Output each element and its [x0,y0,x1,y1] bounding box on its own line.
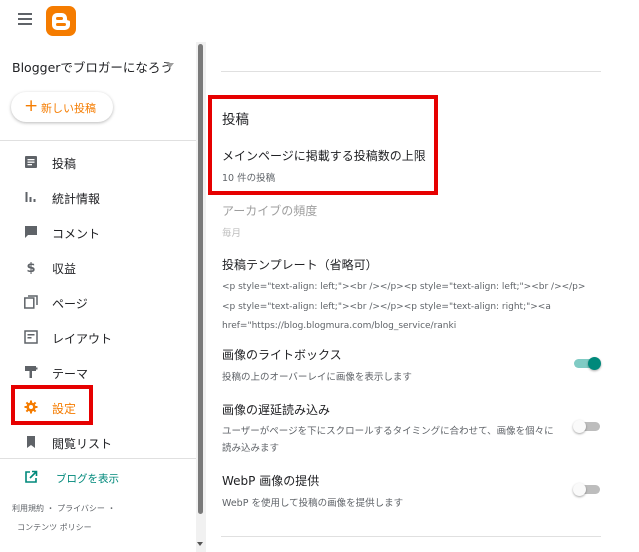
sidebar-divider [0,458,196,459]
sidebar-item-earnings[interactable]: $ 収益 [0,250,196,284]
stats-icon [25,192,36,202]
bookmark-icon [27,436,35,448]
sidebar-divider [0,140,196,141]
sidebar-item-stats[interactable]: 統計情報 [0,180,196,214]
sidebar-scrollbar-thumb[interactable] [198,44,203,514]
sidebar-item-theme[interactable]: テーマ [0,355,196,389]
post-template-value: <p style="text-align: left;"><br /></p><… [222,282,586,331]
new-post-button[interactable]: + 新しい投稿 [11,92,113,122]
archive-frequency-value: 毎月 [222,228,242,239]
blog-selector[interactable]: Bloggerでブロガーになろう [12,57,173,76]
layout-icon [24,330,38,344]
section-divider [221,71,601,72]
lazy-load-description: ユーザーがページを下にスクロールするタイミングに合わせて、画像を個々に読み込みま… [222,426,554,454]
lazy-load-setting: 画像の遅延読み込み [222,403,331,417]
plus-icon: + [24,96,39,116]
scroll-down-arrow-icon[interactable] [197,542,203,546]
chevron-down-icon[interactable] [166,63,174,68]
posts-icon [25,156,37,168]
footer-separator: ・ [107,504,116,513]
sidebar-item-label: ページ [52,297,88,311]
lightbox-toggle[interactable] [574,357,601,370]
new-post-label: 新しい投稿 [41,102,96,115]
sidebar-item-posts[interactable]: 投稿 [0,145,196,179]
toggle-knob [588,357,601,370]
lightbox-description: 投稿の上のオーバーレイに画像を表示します [222,372,412,383]
sidebar-item-label: レイアウト [52,332,113,346]
footer-links: 利用規約 ・ プライバシー ・ コンテンツ ポリシー [12,499,192,537]
sidebar-item-label: 収益 [52,262,77,276]
blogger-logo[interactable] [46,6,76,36]
settings-highlight-box [11,385,93,425]
sidebar-item-layout[interactable]: レイアウト [0,320,196,354]
webp-setting: WebP 画像の提供 [222,474,320,488]
webp-toggle[interactable] [573,483,600,496]
comment-icon [25,226,37,238]
terms-link[interactable]: 利用規約 [12,504,44,513]
lightbox-setting: 画像のライトボックス [222,348,342,362]
open-external-icon [25,470,38,483]
privacy-link[interactable]: プライバシー [57,504,105,513]
archive-frequency-setting: アーカイブの頻度 [222,204,318,218]
svg-text:$: $ [26,261,35,274]
lazy-load-toggle[interactable] [573,420,600,433]
menu-icon[interactable] [18,13,32,25]
sidebar-item-label: コメント [52,227,101,241]
webp-description: WebP を使用して投稿の画像を提供します [222,498,404,509]
sidebar-item-pages[interactable]: ページ [0,285,196,319]
top-bar [0,0,639,42]
toggle-knob [573,420,586,433]
toggle-knob [573,483,586,496]
pages-icon [24,295,38,309]
post-template-setting[interactable]: 投稿テンプレート（省略可） [222,256,378,273]
sidebar-item-label: 統計情報 [52,192,101,206]
content-policy-link[interactable]: コンテンツ ポリシー [17,523,92,532]
theme-icon [25,366,38,378]
earnings-icon: $ [26,261,35,274]
sidebar-item-comments[interactable]: コメント [0,215,196,249]
view-blog-label: ブログを表示 [56,473,119,485]
section-divider [221,536,601,537]
sidebar-item-reading-list[interactable]: 閲覧リスト [0,425,196,459]
footer-separator: ・ [46,504,55,513]
sidebar-item-label: 閲覧リスト [52,437,113,451]
sidebar-item-label: 投稿 [52,157,77,171]
posts-highlight-box [208,95,438,195]
sidebar-item-label: テーマ [52,367,89,381]
